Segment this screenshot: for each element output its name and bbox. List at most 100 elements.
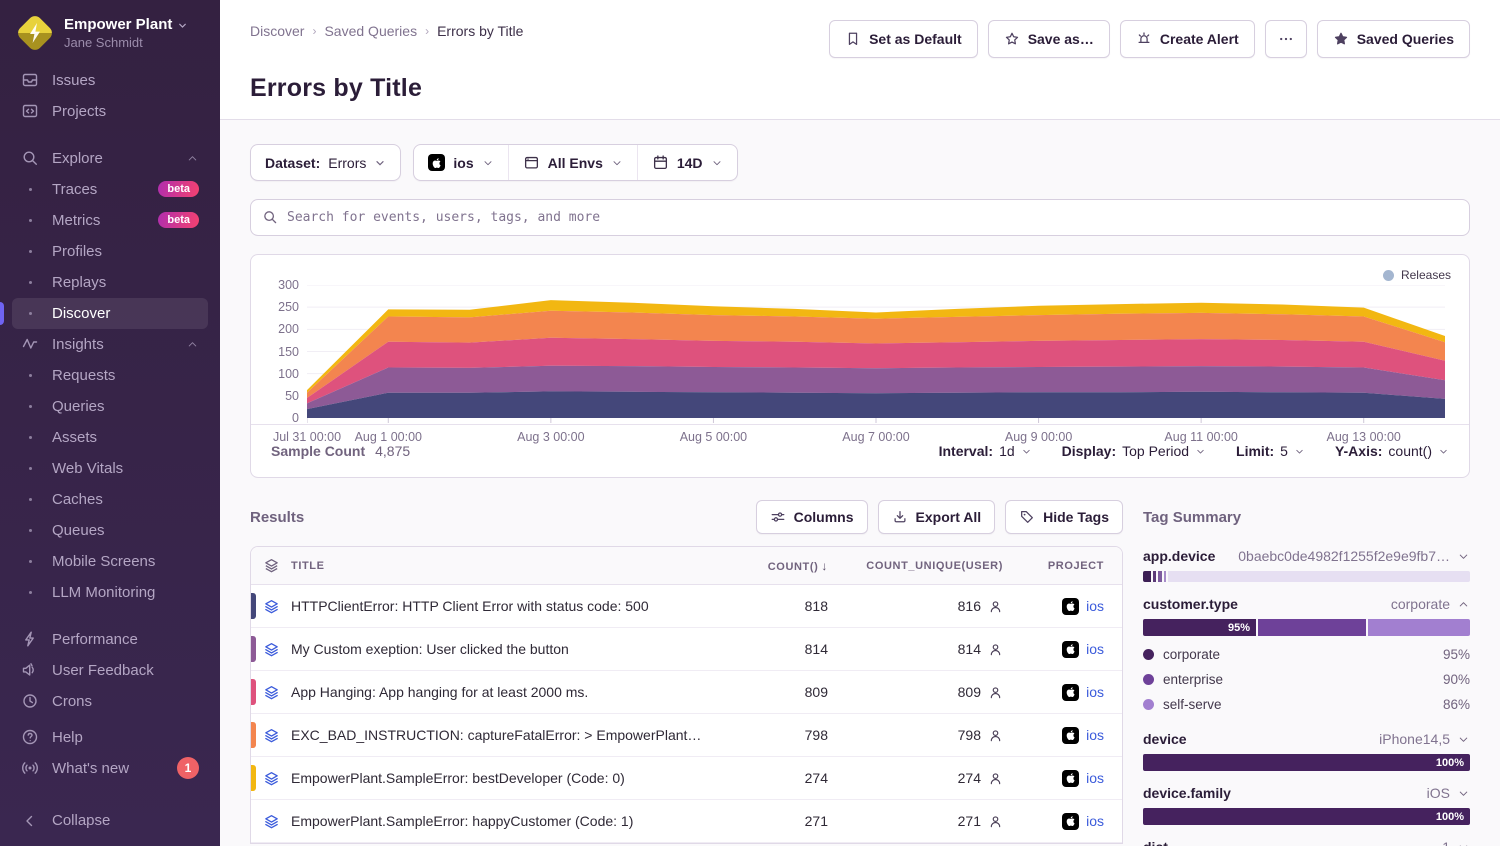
tag-bar-segment: [1143, 571, 1151, 582]
chevron-up-icon: [186, 338, 199, 351]
sidebar-item-explore[interactable]: Explore: [12, 143, 208, 174]
x-tick-label: Aug 7 00:00: [842, 430, 909, 444]
sidebar-item-label: Discover: [52, 305, 110, 322]
error-title[interactable]: EmpowerPlant.SampleError: happyCustomer …: [291, 813, 717, 829]
tag-section-app-device: app.device0baebc0de4982f1255f2e9e9fb7…: [1143, 548, 1470, 582]
chevron-down-icon[interactable]: [1457, 841, 1470, 846]
error-title[interactable]: EmpowerPlant.SampleError: bestDeveloper …: [291, 770, 717, 786]
sidebar-item-web-vitals[interactable]: Web Vitals: [12, 453, 208, 484]
stack-icon[interactable]: [251, 727, 291, 744]
project-link[interactable]: ios: [1086, 813, 1104, 829]
project-link[interactable]: ios: [1086, 598, 1104, 614]
tag-legend-row[interactable]: enterprise90%: [1143, 667, 1470, 692]
page-filter-group: iosAll Envs14D: [413, 144, 737, 181]
tag-bar-segment: [1153, 571, 1157, 582]
breadcrumb-discover[interactable]: Discover: [250, 23, 304, 39]
project-link[interactable]: ios: [1086, 770, 1104, 786]
error-title[interactable]: EXC_BAD_INSTRUCTION: captureFatalError: …: [291, 727, 717, 743]
project-filter[interactable]: ios: [414, 145, 507, 180]
user-icon: [988, 642, 1003, 657]
chart-legend[interactable]: Releases: [1383, 268, 1451, 282]
sidebar-item-metrics[interactable]: Metricsbeta: [12, 205, 208, 236]
bullet-icon: [21, 250, 39, 253]
y-tick-label: 100: [278, 367, 299, 381]
beta-badge: beta: [158, 212, 199, 228]
sidebar-item-user-feedback[interactable]: User Feedback: [12, 655, 208, 686]
project-link[interactable]: ios: [1086, 727, 1104, 743]
chevron-down-icon[interactable]: [1457, 787, 1470, 800]
tag-distribution-bar[interactable]: 100%: [1143, 808, 1470, 825]
org-switcher[interactable]: Empower Plant Jane Schmidt: [12, 14, 208, 51]
tag-summary-title: Tag Summary: [1143, 500, 1470, 534]
sidebar-item-label: Caches: [52, 491, 103, 508]
star-icon: [1004, 31, 1020, 47]
sidebar-item-profiles[interactable]: Profiles: [12, 236, 208, 267]
error-title[interactable]: App Hanging: App hanging for at least 20…: [291, 684, 717, 700]
y-tick-label: 150: [278, 345, 299, 359]
sidebar-item-assets[interactable]: Assets: [12, 422, 208, 453]
error-title[interactable]: My Custom exeption: User clicked the but…: [291, 641, 717, 657]
sidebar-item-queues[interactable]: Queues: [12, 515, 208, 546]
sidebar-collapse-button[interactable]: Collapse: [12, 805, 208, 836]
stack-icon[interactable]: [251, 641, 291, 658]
more-options-button[interactable]: [1265, 20, 1307, 58]
sidebar-item-help[interactable]: Help: [12, 722, 208, 753]
tag-bar-segment: 95%: [1143, 619, 1256, 636]
dataset-select[interactable]: Dataset: Errors: [250, 144, 401, 181]
environment-filter[interactable]: All Envs: [508, 145, 637, 180]
tag-legend-row[interactable]: self-serve86%: [1143, 692, 1470, 717]
hide-tags-button[interactable]: Hide Tags: [1005, 500, 1123, 534]
sidebar-item-discover[interactable]: Discover: [12, 298, 208, 329]
stack-icon[interactable]: [251, 813, 291, 830]
sidebar-item-traces[interactable]: Tracesbeta: [12, 174, 208, 205]
tag-legend-row[interactable]: corporate95%: [1143, 642, 1470, 667]
columns-button[interactable]: Columns: [756, 500, 868, 534]
apple-icon: [1062, 641, 1079, 658]
sidebar-item-llm-monitoring[interactable]: LLM Monitoring: [12, 577, 208, 608]
save-as--button[interactable]: Save as…: [988, 20, 1110, 58]
chevron-up-icon[interactable]: [1457, 598, 1470, 611]
sidebar-item-mobile-screens[interactable]: Mobile Screens: [12, 546, 208, 577]
sidebar-item-performance[interactable]: Performance: [12, 624, 208, 655]
create-alert-button[interactable]: Create Alert: [1120, 20, 1255, 58]
sidebar-item-label: Replays: [52, 274, 106, 291]
clock-icon: [21, 692, 39, 710]
sidebar-item-projects[interactable]: Projects: [12, 96, 208, 127]
export-all-button[interactable]: Export All: [878, 500, 996, 534]
saved-queries-button[interactable]: Saved Queries: [1317, 20, 1470, 58]
breadcrumb-separator: ›: [425, 24, 429, 38]
tag-top-value: 0baebc0de4982f1255f2e9e9fb7…: [1223, 548, 1450, 564]
sidebar-item-replays[interactable]: Replays: [12, 267, 208, 298]
col-title[interactable]: TITLE: [291, 560, 717, 572]
series-color-bar: [251, 593, 256, 619]
chevron-down-icon[interactable]: [1457, 550, 1470, 563]
sidebar-item-label: Insights: [52, 336, 104, 353]
sidebar-item-queries[interactable]: Queries: [12, 391, 208, 422]
sidebar-item-caches[interactable]: Caches: [12, 484, 208, 515]
tag-distribution-bar[interactable]: 95%: [1143, 619, 1470, 636]
project-link[interactable]: ios: [1086, 641, 1104, 657]
stack-icon[interactable]: [251, 770, 291, 787]
apple-icon: [1062, 770, 1079, 787]
sidebar-item-insights[interactable]: Insights: [12, 329, 208, 360]
stack-icon[interactable]: [251, 598, 291, 615]
stack-icon[interactable]: [251, 684, 291, 701]
chevron-down-icon[interactable]: [1457, 733, 1470, 746]
sidebar-item-what-s-new[interactable]: What's new1: [12, 753, 208, 784]
sidebar-item-requests[interactable]: Requests: [12, 360, 208, 391]
project-link[interactable]: ios: [1086, 684, 1104, 700]
breadcrumb-saved-queries[interactable]: Saved Queries: [324, 23, 417, 39]
col-count[interactable]: COUNT()↓: [717, 559, 832, 573]
tag-distribution-bar[interactable]: 100%: [1143, 754, 1470, 771]
sidebar-item-issues[interactable]: Issues: [12, 65, 208, 96]
sidebar-item-crons[interactable]: Crons: [12, 686, 208, 717]
col-count-unique[interactable]: COUNT_UNIQUE(USER): [832, 560, 1017, 572]
chevron-up-icon: [186, 152, 199, 165]
error-title[interactable]: HTTPClientError: HTTP Client Error with …: [291, 598, 717, 614]
tag-distribution-bar[interactable]: [1143, 571, 1470, 582]
col-project[interactable]: PROJECT: [1017, 560, 1122, 572]
date-range-filter[interactable]: 14D: [637, 145, 737, 180]
set-as-default-button[interactable]: Set as Default: [829, 20, 978, 58]
search-input[interactable]: [250, 199, 1470, 236]
tag-key: device: [1143, 731, 1187, 747]
